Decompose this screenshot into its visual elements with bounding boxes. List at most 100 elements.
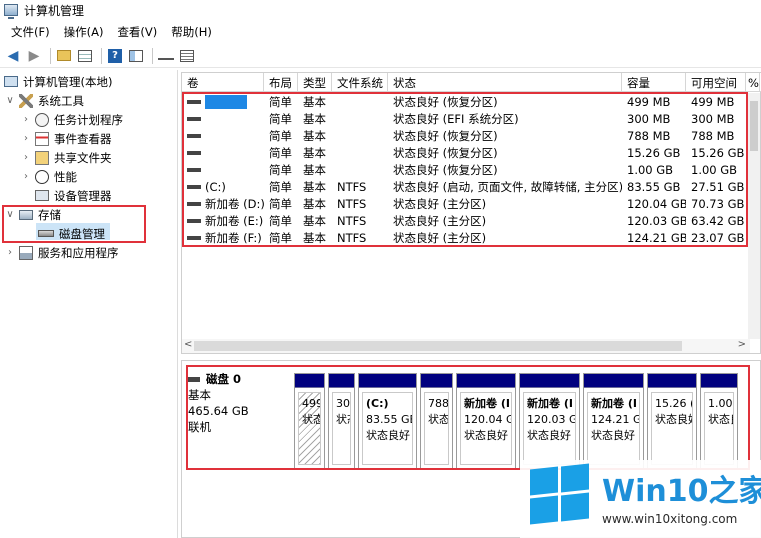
column-header-type[interactable]: 类型 [298,73,332,92]
partition-size: 120.04 G [464,413,512,426]
chevron-right-icon[interactable]: › [20,114,32,125]
vertical-scrollbar[interactable] [748,93,760,339]
partition-block[interactable]: 788 状态 [420,373,453,469]
cell-layout: 简单 [269,128,292,143]
folder-up-icon[interactable] [55,47,73,65]
table-row[interactable]: 简单 基本 状态良好 (恢复分区) 788 MB 788 MB [182,127,752,144]
chevron-right-icon[interactable]: › [20,171,32,182]
cell-capacity: 120.04 GB [627,196,686,211]
cell-type: 基本 [303,145,326,160]
cell-capacity: 124.21 GB [627,230,686,245]
volume-icon [187,201,201,206]
partition-block[interactable]: 30(状态 [328,373,355,469]
cell-filesystem: NTFS [337,196,367,211]
tree-label: 事件查看器 [54,131,112,146]
chevron-right-icon[interactable]: › [20,152,32,163]
tree-label: 服务和应用程序 [38,245,119,260]
performance-icon [35,169,49,184]
tools-icon [19,93,33,108]
column-header-percent[interactable]: % [746,73,760,92]
volume-label: 新加卷 (F:) [205,230,262,245]
partition-block[interactable]: 499 状态 [294,373,325,469]
toolbar-separator [152,47,153,64]
cell-filesystem: NTFS [337,230,367,245]
scrollbar-thumb[interactable] [194,341,682,351]
partition-block[interactable]: (C:) 83.55 GB 状态良好 [358,373,417,469]
volume-list: 卷 布局 类型 文件系统 状态 容量 可用空间 % 简单 基本 状态良好 (恢复分区… [181,72,761,354]
partition-body: 新加卷 (I 124.21 G 状态良好 [587,392,640,465]
menu-help[interactable]: 帮助(H) [164,24,219,40]
tree-item-storage[interactable]: ∨ 存储 [4,205,61,224]
properties-pane-icon[interactable] [127,47,145,65]
chevron-right-icon[interactable]: › [20,133,32,144]
column-header-volume[interactable]: 卷 [182,73,264,92]
partition-block[interactable]: 新加卷 (I 120.03 G 状态良好 [519,373,580,469]
menu-file[interactable]: 文件(F) [4,24,57,40]
cell-layout: 简单 [269,179,292,194]
partition-status: 状态良好 [591,429,635,442]
partition-body: 30(状态 [332,392,351,465]
tree-item-task-scheduler[interactable]: › 任务计划程序 [20,110,123,129]
cell-layout: 简单 [269,230,292,245]
clock-icon [35,112,49,127]
partition-block[interactable]: 15.26 (状态良好 [647,373,697,469]
cell-volume: 新加卷 (D:) [182,196,264,212]
menu-view[interactable]: 查看(V) [110,24,164,40]
partition-color-bar [329,374,354,388]
help-icon[interactable]: ? [106,47,124,65]
chevron-down-icon[interactable]: ∨ [4,95,16,106]
tree-item-services-apps[interactable]: › 服务和应用程序 [4,243,119,262]
chevron-down-icon[interactable]: ∨ [4,209,16,220]
volume-rows: 简单 基本 状态良好 (恢复分区) 499 MB 499 MB 简单 基本 状态良好 (EFI… [182,93,752,246]
column-header-capacity[interactable]: 容量 [622,73,686,92]
partition-color-bar [648,374,696,388]
scroll-left-icon[interactable]: < [184,339,192,350]
list-view-icon[interactable] [178,47,196,65]
table-row[interactable]: 简单 基本 状态良好 (恢复分区) 15.26 GB 15.26 GB [182,144,752,161]
table-row[interactable]: (C:) 简单 基本 NTFS 状态良好 (启动, 页面文件, 故障转储, 主分区) 83… [182,178,752,195]
table-row[interactable]: 简单 基本 状态良好 (EFI 系统分区) 300 MB 300 MB [182,110,752,127]
partition-status: 状态 [428,413,449,426]
column-header-free-space[interactable]: 可用空间 [686,73,746,92]
scroll-right-icon[interactable]: > [738,339,746,350]
show-hide-tree-icon[interactable] [76,47,94,65]
column-header-filesystem[interactable]: 文件系统 [332,73,388,92]
key-icon[interactable] [157,47,175,65]
cell-status: 状态良好 (EFI 系统分区) [393,111,519,126]
partition-block[interactable]: 1.00 状态良 [700,373,738,469]
back-arrow-icon[interactable]: ◀ [4,47,22,65]
partition-status: 状态良好 [527,429,571,442]
tree-item-system-tools[interactable]: ∨ 系统工具 [4,91,84,110]
forward-arrow-icon[interactable]: ▶ [25,47,43,65]
table-row[interactable]: 新加卷 (D:) 简单 基本 NTFS 状态良好 (主分区) 120.04 GB 70.73… [182,195,752,212]
cell-free-space: 15.26 GB [691,145,745,160]
partition-color-bar [584,374,643,388]
horizontal-scrollbar[interactable]: < > [182,339,750,353]
scrollbar-thumb[interactable] [750,101,758,151]
cell-status: 状态良好 (恢复分区) [393,145,498,160]
tree-item-event-viewer[interactable]: › 事件查看器 [20,129,112,148]
partition-body: 499 状态 [298,392,321,465]
chevron-right-icon[interactable]: › [4,247,16,258]
partition-block[interactable]: 新加卷 (I 124.21 G 状态良好 [583,373,644,469]
column-header-status[interactable]: 状态 [388,73,622,92]
toolbar-separator [50,47,51,64]
disk-info[interactable]: 磁盘 0 基本 465.64 GB 联机 [188,371,288,435]
cell-type: 基本 [303,196,326,211]
tree-item-device-manager[interactable]: 设备管理器 [35,186,112,205]
tree-item-root[interactable]: 计算机管理(本地) [4,72,112,91]
table-row[interactable]: 新加卷 (F:) 简单 基本 NTFS 状态良好 (主分区) 124.21 GB 23.07… [182,229,752,246]
partition-body: (C:) 83.55 GB 状态良好 [362,392,413,465]
volume-icon [187,235,201,240]
table-row[interactable]: 新加卷 (E:) 简单 基本 NTFS 状态良好 (主分区) 120.03 GB 63.42… [182,212,752,229]
partition-block[interactable]: 新加卷 (I 120.04 G 状态良好 [456,373,516,469]
table-row[interactable]: 简单 基本 状态良好 (恢复分区) 499 MB 499 MB [182,93,752,110]
menu-action[interactable]: 操作(A) [57,24,111,40]
volume-label: (C:) [205,179,226,194]
table-row[interactable]: 简单 基本 状态良好 (恢复分区) 1.00 GB 1.00 GB [182,161,752,178]
tree-item-disk-management[interactable]: 磁盘管理 [38,224,105,243]
column-header-layout[interactable]: 布局 [264,73,298,92]
tree-item-performance[interactable]: › 性能 [20,167,77,186]
tree-item-shared-folders[interactable]: › 共享文件夹 [20,148,112,167]
partition-status: 状态 [302,413,320,426]
